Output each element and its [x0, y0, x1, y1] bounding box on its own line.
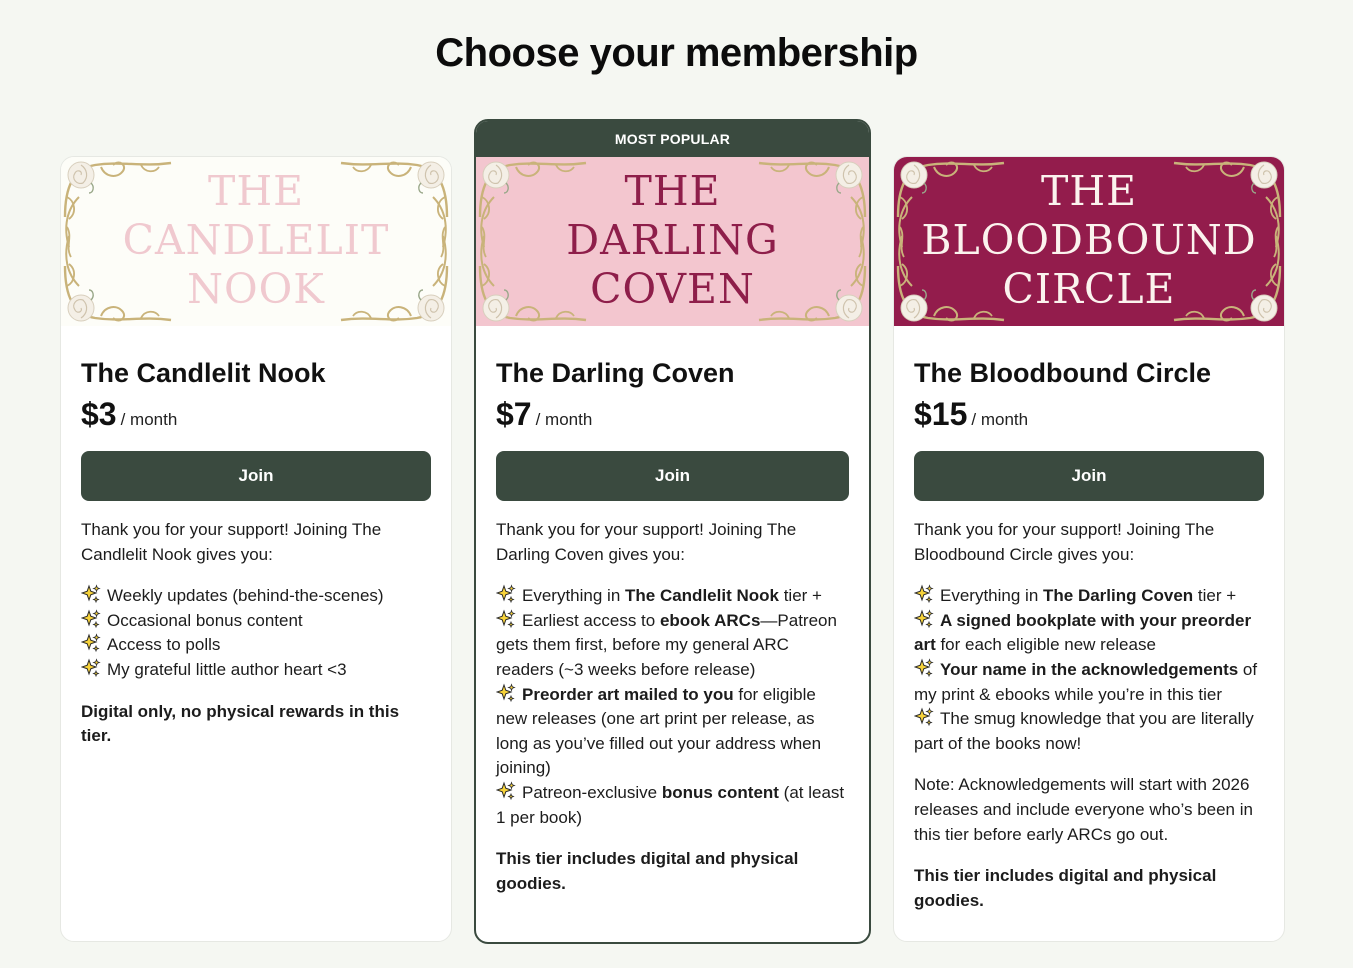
tier-footer-note: This tier includes digital and physical … — [914, 866, 1217, 910]
page-title: Choose your membership — [435, 31, 918, 75]
price-period: / month — [535, 410, 593, 429]
sparkles-icon — [914, 584, 934, 604]
tier-intro: Thank you for your support! Joining The … — [496, 520, 797, 564]
banner-title-line: Nook — [187, 265, 325, 313]
price-row: $3 / month — [81, 396, 431, 432]
benefit-item: Weekly updates (behind-the-scenes) — [81, 584, 431, 609]
benefit-text: Everything in — [940, 586, 1043, 606]
benefit-item: Everything in The Candlelit Nook tier + — [496, 584, 849, 609]
banner-title-line: Candlelit — [122, 216, 390, 264]
sparkles-icon — [81, 633, 101, 653]
benefit-text: Occasional bonus content — [107, 610, 303, 630]
price-period: / month — [120, 410, 178, 429]
tier-card-darling-coven: MOST POPULAR The Darling Cov — [474, 119, 871, 944]
sparkles-icon — [81, 584, 101, 604]
benefit-emphasis: Preorder art mailed to you — [522, 684, 734, 704]
benefit-text: tier + — [778, 586, 822, 606]
join-button[interactable]: Join — [81, 451, 431, 501]
benefit-text: Patreon-exclusive — [522, 782, 662, 802]
banner-title-line: Bloodbound — [921, 216, 1257, 264]
benefit-item: The smug knowledge that you are literall… — [914, 707, 1264, 756]
price-row: $15 / month — [914, 396, 1264, 432]
banner-title-line: The — [1040, 167, 1138, 215]
benefit-text: My grateful little author heart <3 — [107, 659, 347, 679]
banner-title-line: The — [624, 167, 721, 215]
benefit-text: The smug knowledge that you are literall… — [914, 709, 1254, 753]
benefit-emphasis: bonus content — [661, 782, 779, 802]
sparkles-icon — [81, 658, 101, 678]
tier-banner-image: The Candlelit Nook — [61, 157, 451, 326]
banner-title-line: Darling — [566, 216, 779, 264]
tier-name: The Darling Coven — [496, 358, 735, 388]
sparkles-icon — [81, 609, 101, 628]
tier-banner-image: The Darling Coven — [476, 157, 869, 326]
price-period: / month — [971, 410, 1029, 429]
tier-description: Thank you for your support! Joining The … — [81, 518, 431, 749]
banner-title: The Bloodbound Circle — [894, 167, 1284, 314]
benefit-item: Access to polls — [81, 633, 431, 658]
tier-card-bloodbound-circle: The Bloodbound Circle The Bloodbound Circl… — [893, 156, 1285, 942]
sparkles-icon — [496, 781, 516, 801]
benefit-item: Patreon-exclusive bonus content (at leas… — [496, 781, 849, 830]
sparkles-icon — [496, 609, 516, 628]
tier-intro: Thank you for your support! Joining The … — [81, 520, 382, 564]
benefit-text: Weekly updates (behind-the-scenes) — [107, 586, 384, 606]
benefit-text: tier + — [1193, 586, 1237, 606]
tier-price: $7 — [496, 396, 532, 432]
benefit-text: Everything in — [522, 586, 625, 606]
tier-intro: Thank you for your support! Joining The … — [914, 520, 1215, 564]
tier-note: Note: Acknowledgements will start with 2… — [914, 775, 1253, 844]
benefit-item: Occasional bonus content — [81, 609, 431, 634]
price-row: $7 / month — [496, 396, 849, 432]
sparkles-icon — [914, 609, 934, 628]
tier-price: $3 — [81, 396, 117, 432]
sparkles-icon — [496, 584, 516, 604]
benefit-emphasis: The Darling Coven — [1043, 586, 1194, 606]
banner-title-line: Coven — [590, 265, 755, 313]
benefit-emphasis: ebook ARCs — [659, 610, 761, 630]
tier-description: Thank you for your support! Joining The … — [496, 518, 849, 896]
tier-banner-image: The Bloodbound Circle — [894, 157, 1284, 326]
benefit-emphasis: Your name in the acknowledgements — [940, 659, 1239, 679]
sparkles-icon — [914, 707, 934, 727]
banner-title: The Candlelit Nook — [61, 167, 451, 314]
tier-price: $15 — [914, 396, 968, 432]
benefit-item: Preorder art mailed to you for eligible … — [496, 682, 849, 781]
sparkles-icon — [496, 682, 516, 702]
tier-description: Thank you for your support! Joining The … — [914, 518, 1264, 913]
most-popular-badge: MOST POPULAR — [476, 121, 869, 157]
tier-name: The Candlelit Nook — [81, 358, 326, 388]
benefit-item: Earliest access to ebook ARCs—Patreon ge… — [496, 609, 849, 683]
join-button[interactable]: Join — [914, 451, 1264, 501]
benefit-emphasis: The Candlelit Nook — [625, 586, 779, 606]
banner-title: The Darling Coven — [476, 167, 869, 314]
benefit-list: Everything in The Candlelit Nook tier + E… — [496, 584, 849, 830]
benefit-item: Your name in the acknowledgements of my … — [914, 658, 1264, 707]
tier-footer-note: This tier includes digital and physical … — [496, 849, 799, 893]
sparkles-icon — [914, 658, 934, 678]
banner-title-line: The — [207, 167, 305, 215]
benefit-item: A signed bookplate with your preorder ar… — [914, 609, 1264, 658]
benefit-text: for each eligible new release — [935, 635, 1156, 655]
tier-footer-note: Digital only, no physical rewards in thi… — [81, 701, 400, 746]
benefit-item: Everything in The Darling Coven tier + — [914, 584, 1264, 609]
join-button[interactable]: Join — [496, 451, 849, 501]
benefit-text: Earliest access to — [522, 610, 660, 630]
benefit-list: Everything in The Darling Coven tier + A … — [914, 584, 1264, 756]
tier-card-candlelit-nook: The Candlelit Nook The Candlelit Nook $3 /… — [60, 156, 452, 942]
benefit-list: Weekly updates (behind-the-scenes) Occasi… — [81, 584, 431, 682]
benefit-text: Access to polls — [107, 635, 221, 655]
benefit-item: My grateful little author heart <3 — [81, 658, 431, 683]
banner-title-line: Circle — [1002, 265, 1176, 313]
tier-name: The Bloodbound Circle — [914, 358, 1211, 388]
